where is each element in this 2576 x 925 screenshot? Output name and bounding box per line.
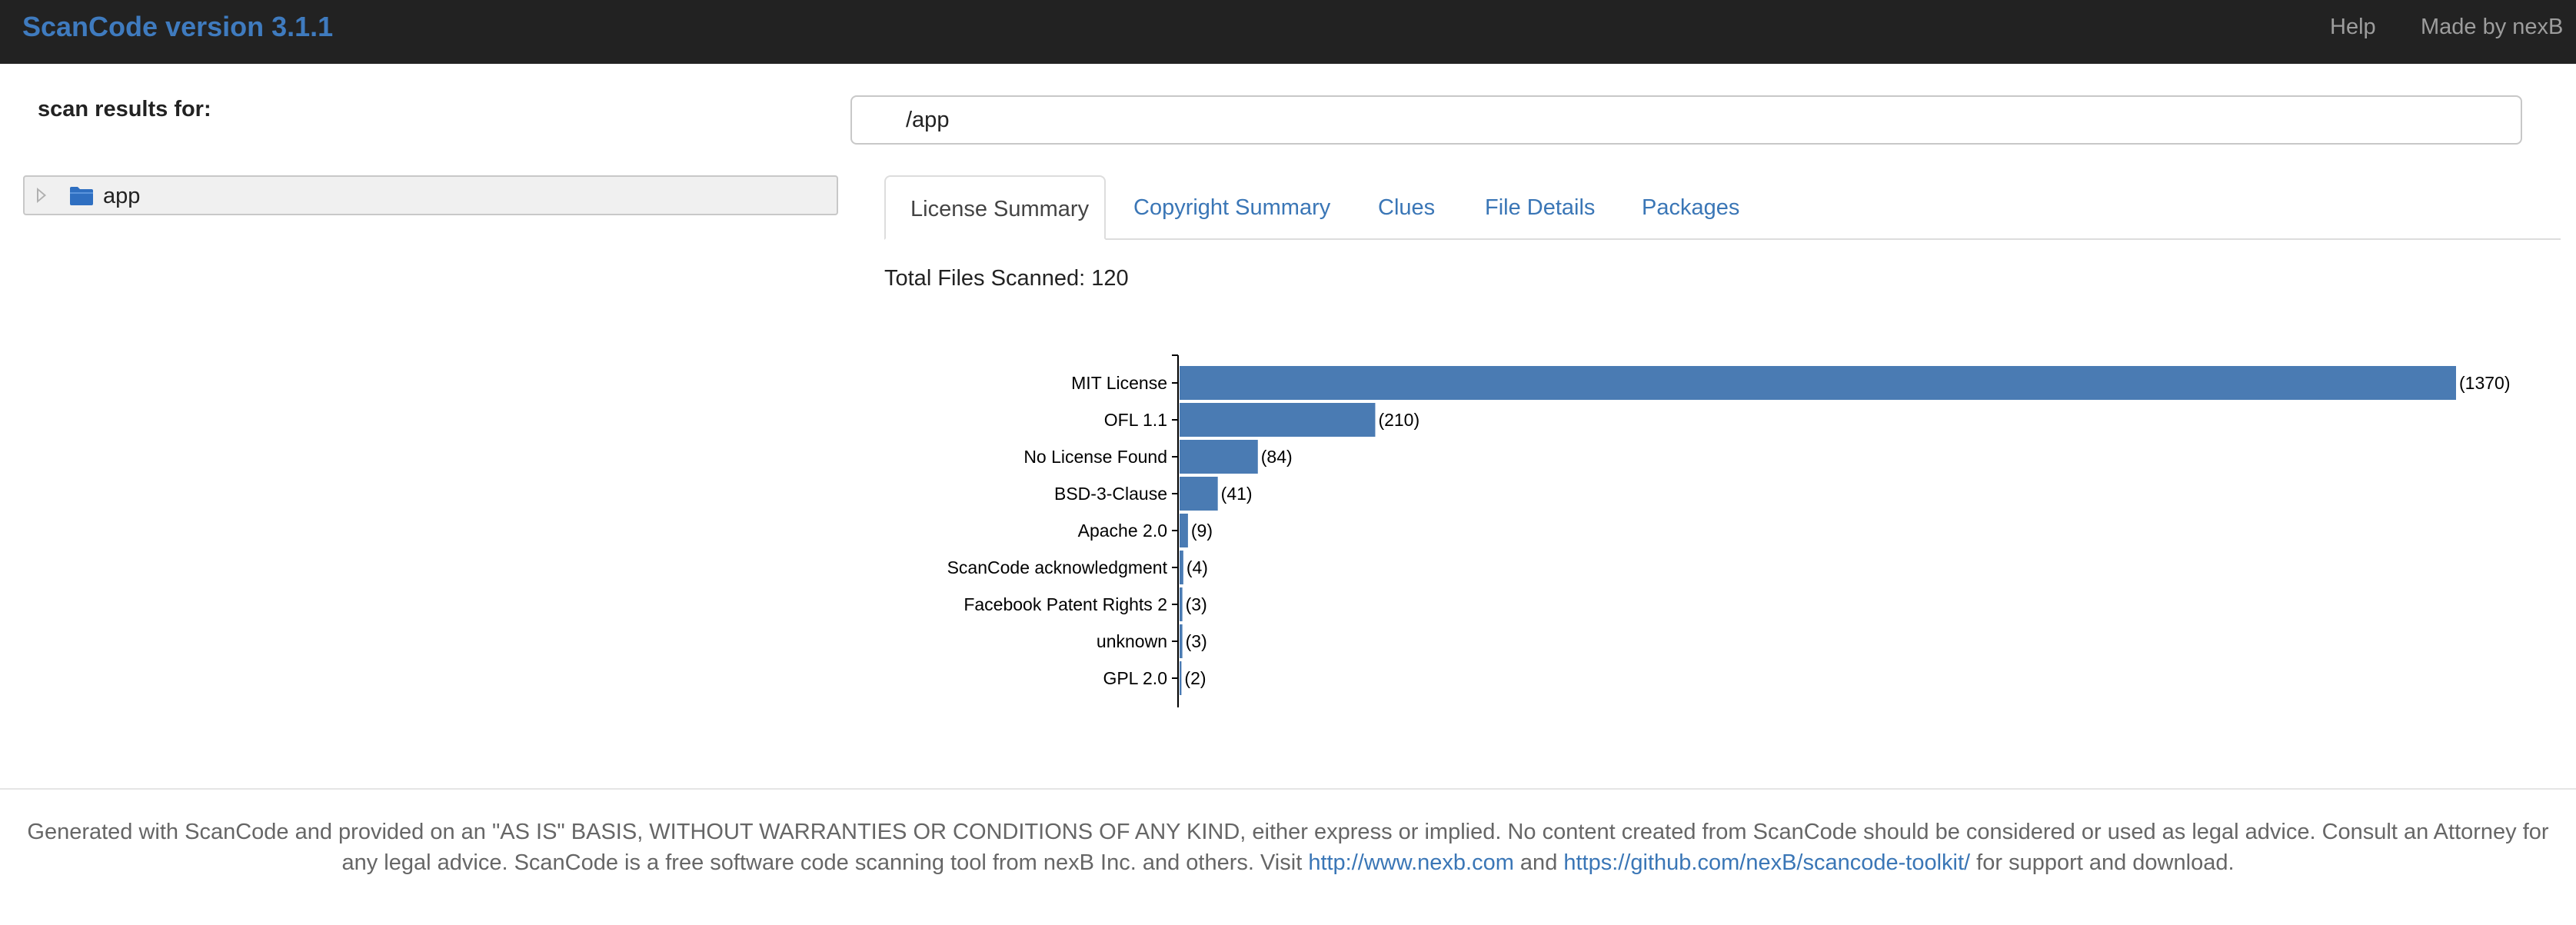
bar [1180, 514, 1188, 547]
help-link[interactable]: Help [2330, 12, 2376, 42]
bar [1180, 551, 1183, 584]
category-label: MIT License [1071, 373, 1167, 393]
bar-value-label: (2) [1184, 668, 1206, 688]
category-label: Apache 2.0 [1078, 521, 1167, 541]
brand-title[interactable]: ScanCode version 3.1.1 [22, 12, 333, 42]
scan-path-input[interactable] [850, 95, 2522, 145]
tab-license-summary[interactable]: License Summary [884, 175, 1106, 240]
category-label: ScanCode acknowledgment [947, 557, 1168, 577]
footer-divider [0, 788, 2576, 790]
bar-value-label: (4) [1186, 557, 1208, 577]
category-label: Facebook Patent Rights 2 [964, 594, 1167, 614]
category-label: unknown [1097, 631, 1167, 651]
category-label: GPL 2.0 [1103, 668, 1167, 688]
footer-text: for support and download. [1970, 850, 2235, 875]
bar-value-label: (3) [1186, 631, 1207, 651]
tab-file-details[interactable]: File Details [1460, 175, 1619, 240]
expand-arrow-icon[interactable] [37, 188, 46, 203]
bar [1180, 403, 1376, 437]
made-by-link[interactable]: Made by nexB [2421, 12, 2563, 42]
bar [1180, 587, 1183, 621]
footer-text: and [1513, 850, 1564, 875]
bar-value-label: (3) [1186, 594, 1207, 614]
footer: Generated with ScanCode and provided on … [15, 817, 2561, 878]
bar [1180, 624, 1183, 658]
bar [1180, 366, 2456, 400]
category-label: No License Found [1023, 447, 1167, 467]
tree-node-label: app [103, 184, 141, 208]
scan-results-label: scan results for: [38, 97, 211, 121]
total-files-scanned: Total Files Scanned: 120 [884, 266, 1129, 291]
tab-packages[interactable]: Packages [1617, 175, 1764, 240]
navbar: ScanCode version 3.1.1 Help Made by nexB [0, 0, 2576, 64]
bar-value-label: (1370) [2459, 373, 2510, 393]
bar [1180, 477, 1218, 511]
category-label: BSD-3-Clause [1054, 484, 1167, 504]
license-bar-chart: MIT License (1370) OFL 1.1 (210) No License … [947, 354, 2510, 707]
tab-copyright-summary[interactable]: Copyright Summary [1109, 175, 1355, 240]
bar-value-label: (41) [1221, 484, 1253, 504]
bar [1180, 440, 1258, 474]
nexb-link[interactable]: http://www.nexb.com [1308, 850, 1514, 875]
bar-value-label: (9) [1191, 521, 1213, 541]
file-tree: app [23, 175, 838, 215]
bar-value-label: (210) [1378, 410, 1419, 430]
bar-value-label: (84) [1261, 447, 1293, 467]
folder-icon [70, 187, 93, 205]
bar [1180, 661, 1182, 695]
tab-clues[interactable]: Clues [1353, 175, 1459, 240]
github-link[interactable]: https://github.com/nexB/scancode-toolkit… [1563, 850, 1970, 875]
category-label: OFL 1.1 [1104, 410, 1167, 430]
